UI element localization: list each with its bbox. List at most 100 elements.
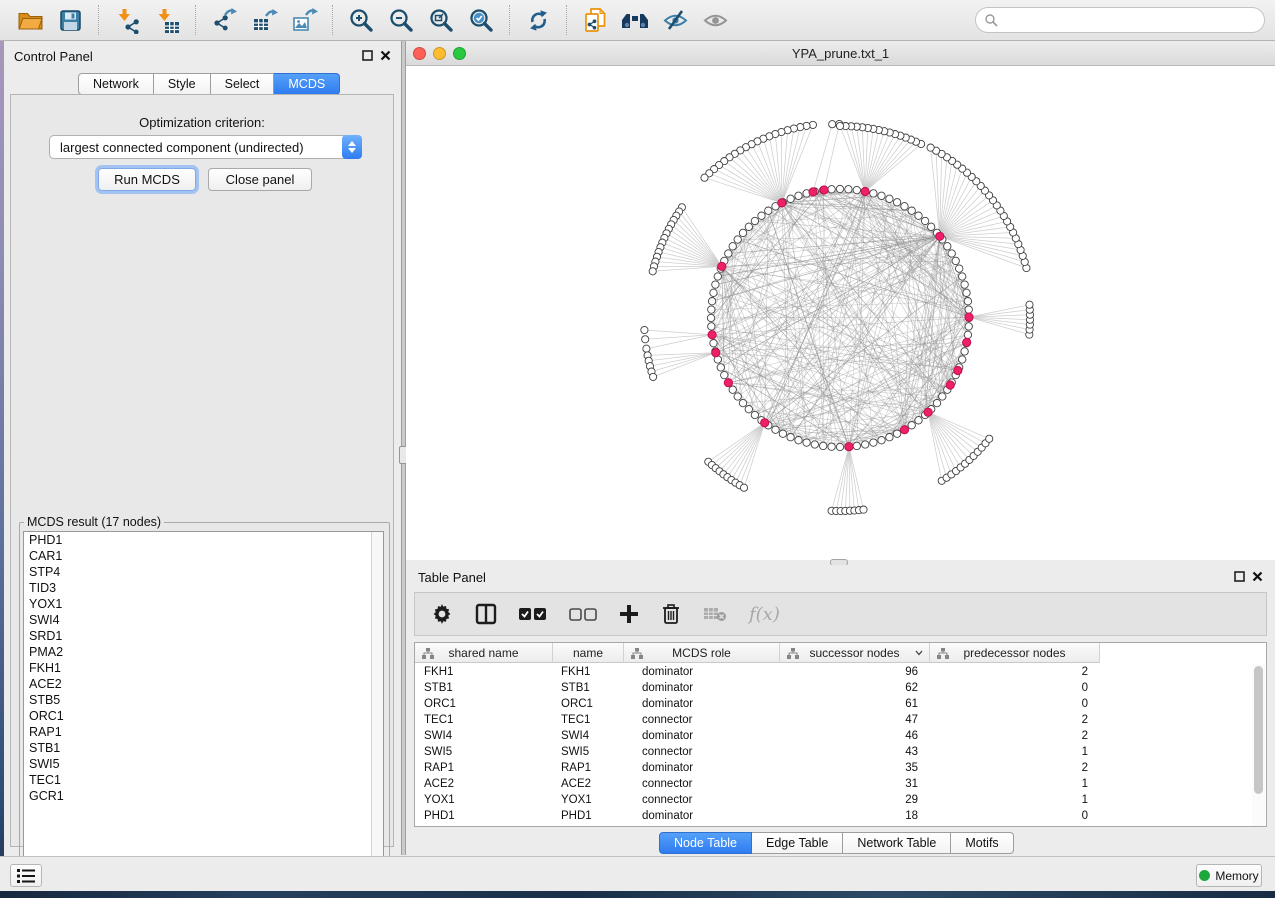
table-row[interactable]: TEC1TEC1connector472: [415, 712, 1253, 728]
tab-network-table[interactable]: Network Table: [843, 832, 951, 854]
network-node[interactable]: [963, 289, 970, 296]
network-node[interactable]: [836, 185, 843, 192]
network-node[interactable]: [729, 386, 736, 393]
network-node[interactable]: [964, 331, 971, 338]
mcds-node[interactable]: [954, 366, 962, 374]
network-node[interactable]: [965, 323, 972, 330]
tab-edge-table[interactable]: Edge Table: [752, 832, 843, 854]
column-header-shared-name[interactable]: shared name: [415, 643, 553, 663]
close-panel-icon[interactable]: [1252, 571, 1263, 582]
network-node[interactable]: [739, 229, 746, 236]
network-node[interactable]: [878, 437, 885, 444]
mcds-result-item[interactable]: TEC1: [24, 772, 383, 788]
save-session-icon[interactable]: [55, 5, 85, 35]
network-node[interactable]: [712, 281, 719, 288]
tab-network[interactable]: Network: [78, 73, 154, 95]
network-node[interactable]: [787, 434, 794, 441]
mcds-node[interactable]: [761, 419, 769, 427]
mcds-node[interactable]: [712, 349, 720, 357]
tab-node-table[interactable]: Node Table: [659, 832, 752, 854]
network-node[interactable]: [803, 439, 810, 446]
mcds-result-item[interactable]: PMA2: [24, 644, 383, 660]
network-node[interactable]: [829, 121, 836, 128]
run-mcds-button[interactable]: Run MCDS: [98, 168, 196, 191]
network-canvas[interactable]: [406, 66, 1273, 559]
float-panel-icon[interactable]: [362, 50, 373, 61]
network-node[interactable]: [649, 268, 656, 275]
network-node[interactable]: [745, 223, 752, 230]
network-node[interactable]: [721, 371, 728, 378]
mcds-result-item[interactable]: PHD1: [24, 532, 383, 548]
table-row[interactable]: SWI4SWI4dominator462: [415, 728, 1253, 744]
network-node[interactable]: [959, 356, 966, 363]
network-node[interactable]: [828, 186, 835, 193]
network-node[interactable]: [729, 243, 736, 250]
table-scrollbar[interactable]: [1252, 664, 1265, 826]
mcds-node[interactable]: [861, 187, 869, 195]
mcds-result-item[interactable]: TID3: [24, 580, 383, 596]
network-node[interactable]: [725, 250, 732, 257]
network-node[interactable]: [828, 443, 835, 450]
tab-mcds[interactable]: MCDS: [274, 73, 340, 95]
network-node[interactable]: [986, 435, 993, 442]
panel-list-button[interactable]: [10, 864, 42, 887]
network-node[interactable]: [961, 281, 968, 288]
column-header-name[interactable]: name: [553, 643, 624, 663]
network-node[interactable]: [710, 340, 717, 347]
zoom-fit-icon[interactable]: [426, 5, 456, 35]
network-node[interactable]: [959, 273, 966, 280]
show-columns-icon[interactable]: [475, 599, 497, 629]
network-window-titlebar[interactable]: YPA_prune.txt_1: [406, 41, 1275, 66]
network-node[interactable]: [642, 336, 649, 343]
network-node[interactable]: [870, 439, 877, 446]
network-node[interactable]: [779, 430, 786, 437]
mcds-result-item[interactable]: SWI5: [24, 756, 383, 772]
import-table-icon[interactable]: [152, 5, 182, 35]
table-row[interactable]: PHD1PHD1dominator180: [415, 808, 1253, 824]
mcds-result-item[interactable]: GCR1: [24, 788, 383, 804]
search-network-icon[interactable]: [620, 5, 650, 35]
network-node[interactable]: [961, 348, 968, 355]
network-node[interactable]: [853, 442, 860, 449]
network-node[interactable]: [915, 417, 922, 424]
export-network-icon[interactable]: [209, 5, 239, 35]
network-node[interactable]: [820, 442, 827, 449]
column-header-MCDS-role[interactable]: MCDS role: [624, 643, 780, 663]
tab-motifs[interactable]: Motifs: [951, 832, 1013, 854]
network-node[interactable]: [751, 217, 758, 224]
mcds-node[interactable]: [809, 188, 817, 196]
network-node[interactable]: [853, 186, 860, 193]
mcds-node[interactable]: [820, 186, 828, 194]
network-node[interactable]: [708, 306, 715, 313]
mcds-node[interactable]: [724, 379, 732, 387]
network-node[interactable]: [772, 426, 779, 433]
mcds-node[interactable]: [963, 338, 971, 346]
column-header-successor-nodes[interactable]: successor nodes: [780, 643, 930, 663]
network-node[interactable]: [836, 122, 843, 129]
network-node[interactable]: [751, 411, 758, 418]
network-node[interactable]: [714, 273, 721, 280]
search-box[interactable]: [975, 7, 1265, 33]
network-node[interactable]: [1026, 301, 1033, 308]
zoom-selected-icon[interactable]: [466, 5, 496, 35]
network-node[interactable]: [795, 437, 802, 444]
table-scrollbar-thumb[interactable]: [1254, 666, 1263, 794]
mcds-result-item[interactable]: FKH1: [24, 660, 383, 676]
network-node[interactable]: [643, 345, 650, 352]
network-node[interactable]: [717, 364, 724, 371]
network-node[interactable]: [878, 192, 885, 199]
export-image-icon[interactable]: [289, 5, 319, 35]
mcds-result-item[interactable]: STB5: [24, 692, 383, 708]
mcds-result-item[interactable]: SRD1: [24, 628, 383, 644]
mcds-node[interactable]: [946, 381, 954, 389]
export-table-icon[interactable]: [249, 5, 279, 35]
network-node[interactable]: [870, 190, 877, 197]
close-panel-icon[interactable]: [380, 50, 391, 61]
network-node[interactable]: [915, 212, 922, 219]
network-node[interactable]: [787, 195, 794, 202]
network-node[interactable]: [886, 434, 893, 441]
settings-gear-icon[interactable]: [431, 599, 453, 629]
network-node[interactable]: [948, 250, 955, 257]
table-row[interactable]: SWI5SWI5connector431: [415, 744, 1253, 760]
network-node[interactable]: [860, 506, 867, 513]
